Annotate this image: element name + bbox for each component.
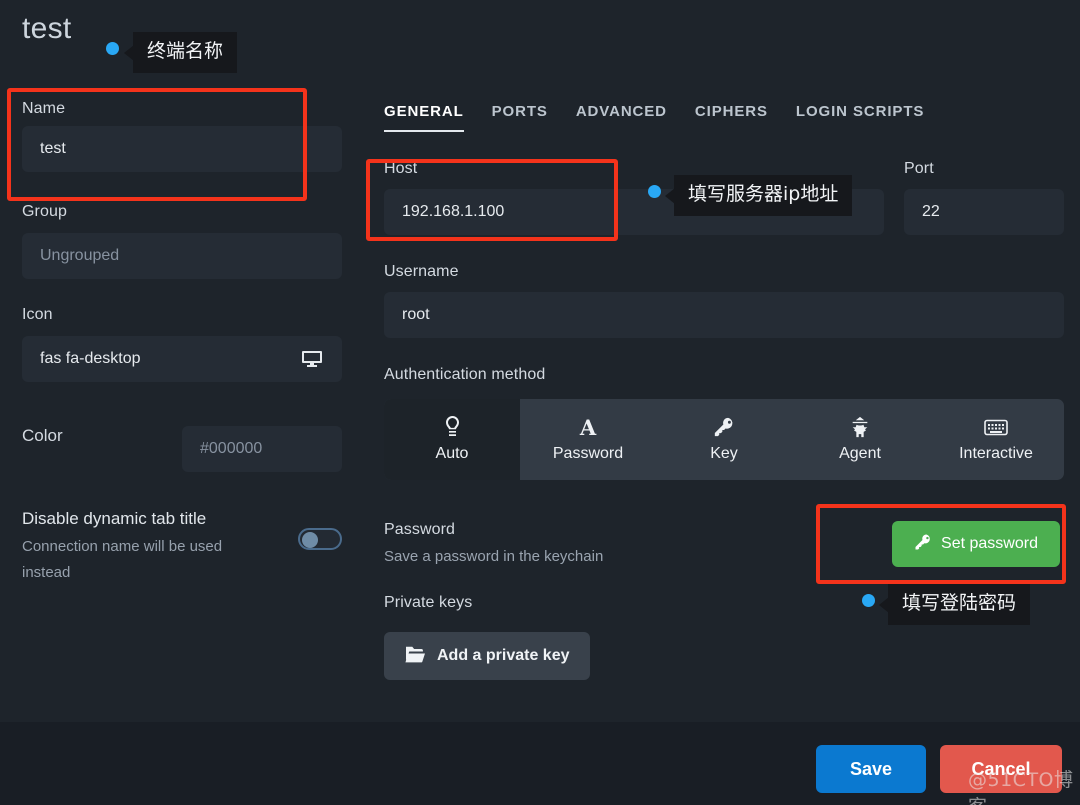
username-field-label: Username	[384, 263, 459, 280]
dialog-footer: Save Cancel	[0, 722, 1080, 805]
private-keys-label: Private keys	[384, 594, 473, 611]
save-button[interactable]: Save	[816, 745, 926, 793]
tab-general[interactable]: GENERAL	[382, 103, 478, 132]
icon-field-label: Icon	[22, 306, 53, 323]
auth-option-password-label: Password	[552, 445, 624, 462]
left-settings-pane: test Name test Group Ungrouped Icon fas …	[0, 0, 364, 722]
auth-option-auto-label: Auto	[435, 445, 469, 462]
port-field-label: Port	[904, 160, 934, 177]
tab-login-scripts[interactable]: LOGIN SCRIPTS	[782, 103, 938, 132]
group-input[interactable]: Ungrouped	[22, 233, 342, 279]
add-private-key-button-label: Add a private key	[437, 647, 570, 664]
settings-tabs: GENERAL PORTS ADVANCED CIPHERS LOGIN SCR…	[382, 103, 938, 132]
keyboard-icon	[984, 416, 1008, 438]
icon-input[interactable]: fas fa-desktop	[22, 336, 342, 382]
auth-option-key[interactable]: Key	[656, 399, 792, 480]
auth-option-interactive-label: Interactive	[959, 445, 1033, 462]
color-input[interactable]: #000000	[182, 426, 342, 472]
username-input[interactable]: root	[384, 292, 1064, 338]
disable-dynamic-tab-title-description: Connection name will be used instead	[22, 538, 223, 581]
annotation-tooltip-password: 填写登陆密码	[888, 584, 1031, 625]
set-password-button-label: Set password	[941, 535, 1038, 552]
annotation-tooltip-name: 终端名称	[133, 32, 238, 73]
svg-text:A: A	[579, 416, 597, 438]
key-icon	[713, 416, 735, 438]
lightbulb-icon	[444, 416, 461, 438]
cancel-button[interactable]: Cancel	[940, 745, 1062, 793]
password-section-label: Password	[384, 521, 456, 538]
auth-option-key-label: Key	[710, 445, 738, 462]
password-section-description: Save a password in the keychain	[384, 548, 604, 565]
annotation-dot-host	[648, 185, 661, 198]
toggle-knob	[302, 532, 318, 548]
group-field-label: Group	[22, 203, 67, 220]
tab-ports[interactable]: PORTS	[478, 103, 562, 132]
folder-open-icon	[404, 645, 426, 668]
name-input[interactable]: test	[22, 126, 342, 172]
add-private-key-button[interactable]: Add a private key	[384, 632, 590, 680]
connection-title: test	[22, 12, 72, 45]
disable-dynamic-tab-title-label: Disable dynamic tab title	[22, 509, 207, 528]
annotation-dot-password	[862, 594, 875, 607]
color-field-label: Color	[22, 426, 63, 445]
set-password-button[interactable]: Set password	[892, 521, 1060, 567]
tab-ciphers[interactable]: CIPHERS	[681, 103, 782, 132]
authentication-method-label: Authentication method	[384, 366, 546, 383]
auth-option-auto[interactable]: Auto	[384, 399, 520, 480]
auth-option-agent-label: Agent	[839, 445, 881, 462]
host-field-label: Host	[384, 160, 418, 177]
annotation-tooltip-host: 填写服务器ip地址	[674, 175, 853, 216]
tab-advanced[interactable]: ADVANCED	[562, 103, 681, 132]
auth-option-agent[interactable]: Agent	[792, 399, 928, 480]
auth-option-password[interactable]: A Password	[520, 399, 656, 480]
connection-settings-window: test Name test Group Ungrouped Icon fas …	[0, 0, 1080, 805]
user-secret-icon	[849, 416, 871, 438]
disable-dynamic-tab-title-toggle[interactable]	[298, 528, 342, 550]
key-icon	[914, 533, 932, 556]
disable-dynamic-tab-title-row: Disable dynamic tab title Connection nam…	[22, 506, 342, 586]
auth-option-interactive[interactable]: Interactive	[928, 399, 1064, 480]
name-field-label: Name	[22, 100, 66, 117]
desktop-icon	[300, 347, 324, 371]
authentication-method-selector: Auto A Password Key Agent Interactive	[384, 399, 1064, 480]
annotation-dot-name	[106, 42, 119, 55]
icon-input-value: fas fa-desktop	[40, 350, 141, 367]
port-input[interactable]: 22	[904, 189, 1064, 235]
letter-a-icon: A	[578, 416, 598, 438]
